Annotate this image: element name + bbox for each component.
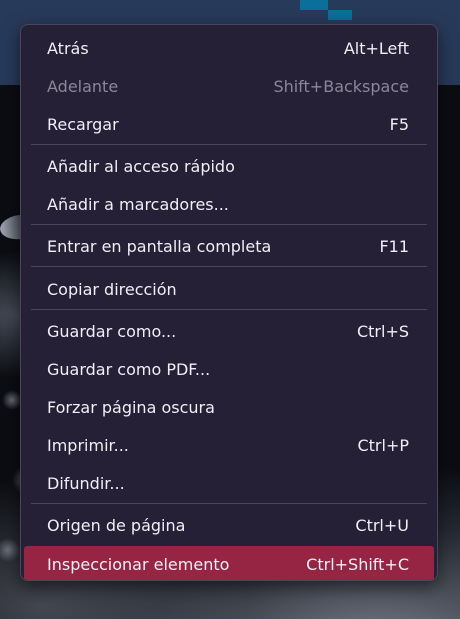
background-page-decoration (300, 0, 328, 10)
menu-item-label: Añadir a marcadores... (47, 194, 229, 214)
background-page-decoration (328, 10, 352, 20)
menu-item-page-source[interactable]: Origen de página Ctrl+U (21, 507, 437, 543)
menu-item-cast[interactable]: Difundir... (21, 465, 437, 501)
menu-item-shortcut: Shift+Backspace (273, 76, 409, 96)
menu-item-shortcut: Ctrl+Shift+C (306, 554, 409, 574)
menu-item-reload[interactable]: Recargar F5 (21, 106, 437, 142)
menu-item-force-dark-page[interactable]: Forzar página oscura (21, 389, 437, 425)
menu-item-back[interactable]: Atrás Alt+Left (21, 30, 437, 66)
menu-separator (31, 266, 427, 267)
menu-separator (31, 309, 427, 310)
menu-item-copy-address[interactable]: Copiar dirección (21, 271, 437, 307)
menu-separator (31, 224, 427, 225)
menu-item-add-to-bookmarks[interactable]: Añadir a marcadores... (21, 186, 437, 222)
menu-item-label: Difundir... (47, 473, 125, 493)
menu-item-inspect-element[interactable]: Inspeccionar elemento Ctrl+Shift+C (24, 546, 434, 580)
menu-item-label: Origen de página (47, 515, 186, 535)
menu-item-label: Copiar dirección (47, 279, 177, 299)
menu-item-label: Entrar en pantalla completa (47, 236, 272, 256)
menu-item-fullscreen[interactable]: Entrar en pantalla completa F11 (21, 228, 437, 264)
menu-item-shortcut: F5 (389, 114, 409, 134)
context-menu: Atrás Alt+Left Adelante Shift+Backspace … (20, 24, 438, 581)
menu-item-save-as[interactable]: Guardar como... Ctrl+S (21, 313, 437, 349)
menu-item-label: Imprimir... (47, 435, 129, 455)
menu-separator (31, 144, 427, 145)
menu-item-label: Añadir al acceso rápido (47, 156, 235, 176)
menu-separator (31, 503, 427, 504)
menu-item-label: Recargar (47, 114, 119, 134)
menu-item-shortcut: Alt+Left (343, 38, 409, 58)
menu-item-label: Adelante (47, 76, 119, 96)
menu-item-shortcut: Ctrl+S (356, 321, 409, 341)
menu-item-label: Inspeccionar elemento (47, 554, 230, 574)
menu-item-add-to-speed-dial[interactable]: Añadir al acceso rápido (21, 148, 437, 184)
menu-item-label: Guardar como PDF... (47, 359, 211, 379)
menu-item-label: Forzar página oscura (47, 397, 215, 417)
menu-item-label: Guardar como... (47, 321, 177, 341)
menu-item-save-as-pdf[interactable]: Guardar como PDF... (21, 351, 437, 387)
menu-item-label: Atrás (47, 38, 89, 58)
menu-item-shortcut: Ctrl+P (357, 435, 409, 455)
menu-item-print[interactable]: Imprimir... Ctrl+P (21, 427, 437, 463)
menu-item-forward[interactable]: Adelante Shift+Backspace (21, 68, 437, 104)
menu-item-shortcut: Ctrl+U (355, 515, 409, 535)
menu-item-shortcut: F11 (379, 236, 409, 256)
